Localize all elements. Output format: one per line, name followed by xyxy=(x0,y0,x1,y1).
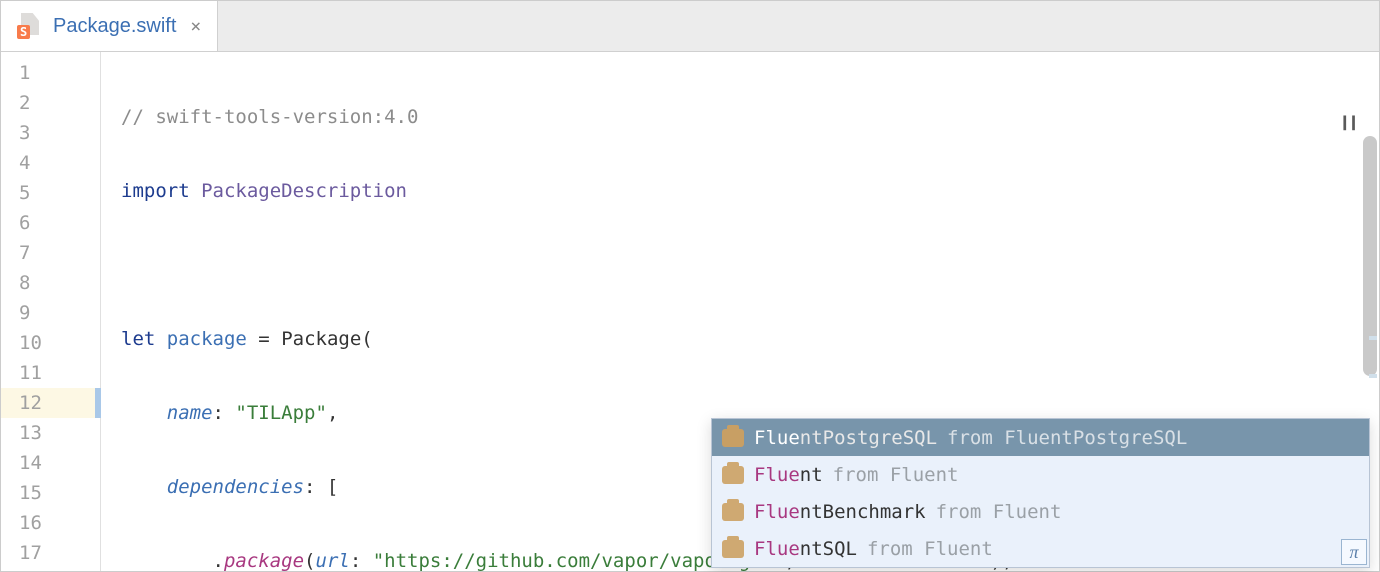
swift-file-icon: S xyxy=(17,13,43,39)
completion-popup: FluentPostgreSQL from FluentPostgreSQL F… xyxy=(711,418,1370,568)
tab-bar: S Package.swift × xyxy=(1,1,1379,52)
line-number[interactable]: 14 xyxy=(1,448,100,478)
close-icon[interactable]: × xyxy=(190,16,201,37)
line-gutter: 1 2 3 4 5 6 7 8 9 10 11 12 13 14 15 16 1… xyxy=(1,52,101,571)
pause-icon[interactable]: ❙❙ xyxy=(1339,112,1357,133)
line-number[interactable]: 7 xyxy=(1,238,100,268)
comment: // swift-tools-version:4.0 xyxy=(121,106,418,128)
line-number[interactable]: 8 xyxy=(1,268,100,298)
line-number[interactable]: 15 xyxy=(1,478,100,508)
tab-title: Package.swift xyxy=(53,15,176,38)
product-icon xyxy=(722,540,744,558)
code-line: // swift-tools-version:4.0 xyxy=(101,102,1379,132)
completion-item[interactable]: Fluent from Fluent xyxy=(712,456,1369,493)
completion-item[interactable]: FluentSQL from Fluent xyxy=(712,530,1369,567)
product-icon xyxy=(722,503,744,521)
product-icon xyxy=(722,466,744,484)
line-number[interactable]: 9 xyxy=(1,298,100,328)
product-icon xyxy=(722,429,744,447)
line-number[interactable]: 3 xyxy=(1,118,100,148)
code-line: let package = Package( xyxy=(101,324,1379,354)
code-line xyxy=(101,250,1379,280)
scroll-mark xyxy=(1369,374,1377,378)
line-number[interactable]: 5 xyxy=(1,178,100,208)
scrollbar-thumb[interactable] xyxy=(1363,136,1377,376)
pi-icon[interactable]: π xyxy=(1341,539,1367,565)
code-line: import PackageDescription xyxy=(101,176,1379,206)
scroll-mark xyxy=(1369,336,1377,340)
line-number[interactable]: 2 xyxy=(1,88,100,118)
completion-item[interactable]: FluentBenchmark from Fluent xyxy=(712,493,1369,530)
line-number[interactable]: 17 xyxy=(1,538,100,568)
line-number[interactable]: 4 xyxy=(1,148,100,178)
line-number[interactable]: 12 xyxy=(1,388,101,418)
line-number[interactable]: 1 xyxy=(1,58,100,88)
line-number[interactable]: 13 xyxy=(1,418,100,448)
line-number[interactable]: 11 xyxy=(1,358,100,388)
tab-package-swift[interactable]: S Package.swift × xyxy=(1,1,218,51)
line-number[interactable]: 6 xyxy=(1,208,100,238)
line-number[interactable]: 16 xyxy=(1,508,100,538)
line-number[interactable]: 10 xyxy=(1,328,100,358)
completion-item[interactable]: FluentPostgreSQL from FluentPostgreSQL xyxy=(712,419,1369,456)
